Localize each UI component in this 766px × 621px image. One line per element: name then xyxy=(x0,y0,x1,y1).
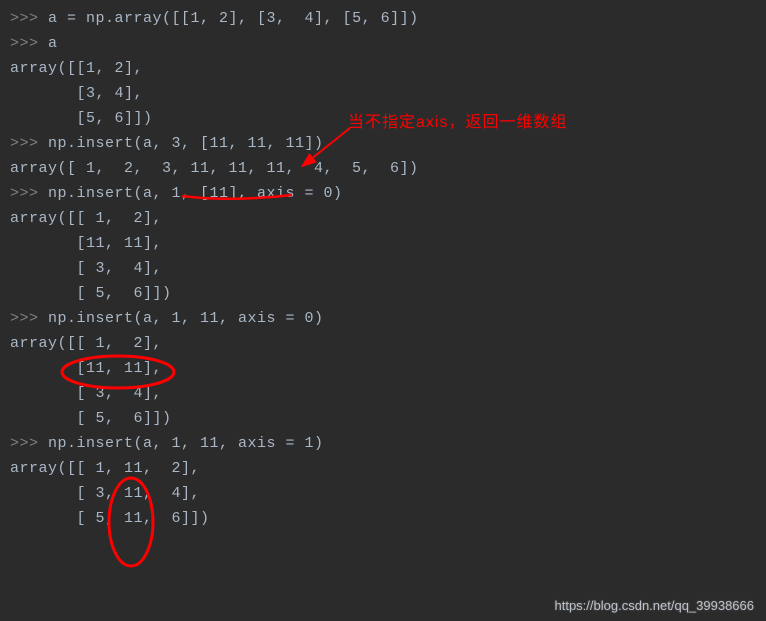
code-text: np.insert(a, 1, 11, axis = 0) xyxy=(48,310,324,327)
code-text: array([[ 1, 11, 2], xyxy=(10,460,200,477)
prompt: >>> xyxy=(10,35,48,52)
terminal-line: [11, 11], xyxy=(10,356,756,381)
prompt: >>> xyxy=(10,435,48,452)
terminal-line: >>> a xyxy=(10,31,756,56)
code-text: array([ 1, 2, 3, 11, 11, 11, 4, 5, 6]) xyxy=(10,160,419,177)
terminal-line: array([[ 1, 11, 2], xyxy=(10,456,756,481)
terminal-output: >>> a = np.array([[1, 2], [3, 4], [5, 6]… xyxy=(0,0,766,537)
code-text: array([[ 1, 2], xyxy=(10,210,162,227)
prompt: >>> xyxy=(10,310,48,327)
terminal-line: >>> a = np.array([[1, 2], [3, 4], [5, 6]… xyxy=(10,6,756,31)
terminal-line: array([ 1, 2, 3, 11, 11, 11, 4, 5, 6]) xyxy=(10,156,756,181)
code-text: [ 5, 6]]) xyxy=(10,410,172,427)
code-text: [ 3, 11, 4], xyxy=(10,485,200,502)
terminal-line: [ 5, 11, 6]]) xyxy=(10,506,756,531)
code-text: [3, 4], xyxy=(10,85,143,102)
terminal-line: [ 3, 4], xyxy=(10,256,756,281)
code-text: np.insert(a, 1, 11, axis = 1) xyxy=(48,435,324,452)
watermark: https://blog.csdn.net/qq_39938666 xyxy=(555,598,755,613)
code-text: a = np.array([[1, 2], [3, 4], [5, 6]]) xyxy=(48,10,419,27)
code-text: [5, 6]]) xyxy=(10,110,153,127)
code-text: [ 5, 11, 6]]) xyxy=(10,510,210,527)
code-text: np.insert(a, 3, [11, 11, 11]) xyxy=(48,135,324,152)
terminal-line: [ 3, 11, 4], xyxy=(10,481,756,506)
code-text: a xyxy=(48,35,58,52)
terminal-line: >>> np.insert(a, 1, [11], axis = 0) xyxy=(10,181,756,206)
code-text: array([[1, 2], xyxy=(10,60,143,77)
terminal-line: array([[ 1, 2], xyxy=(10,331,756,356)
code-text: [11, 11], xyxy=(10,360,162,377)
terminal-line: [ 5, 6]]) xyxy=(10,281,756,306)
code-text: np.insert(a, 1, [11], axis = 0) xyxy=(48,185,343,202)
terminal-line: >>> np.insert(a, 1, 11, axis = 1) xyxy=(10,431,756,456)
code-text: [ 3, 4], xyxy=(10,385,162,402)
code-text: [ 3, 4], xyxy=(10,260,162,277)
terminal-line: >>> np.insert(a, 1, 11, axis = 0) xyxy=(10,306,756,331)
prompt: >>> xyxy=(10,10,48,27)
terminal-line: >>> np.insert(a, 3, [11, 11, 11]) xyxy=(10,131,756,156)
terminal-line: array([[ 1, 2], xyxy=(10,206,756,231)
terminal-line: [11, 11], xyxy=(10,231,756,256)
terminal-line: [3, 4], xyxy=(10,81,756,106)
code-text: array([[ 1, 2], xyxy=(10,335,162,352)
terminal-line: [ 3, 4], xyxy=(10,381,756,406)
annotation-text: 当不指定axis，返回一维数组 xyxy=(348,108,567,132)
prompt: >>> xyxy=(10,185,48,202)
code-text: [ 5, 6]]) xyxy=(10,285,172,302)
terminal-line: [ 5, 6]]) xyxy=(10,406,756,431)
prompt: >>> xyxy=(10,135,48,152)
terminal-line: array([[1, 2], xyxy=(10,56,756,81)
code-text: [11, 11], xyxy=(10,235,162,252)
